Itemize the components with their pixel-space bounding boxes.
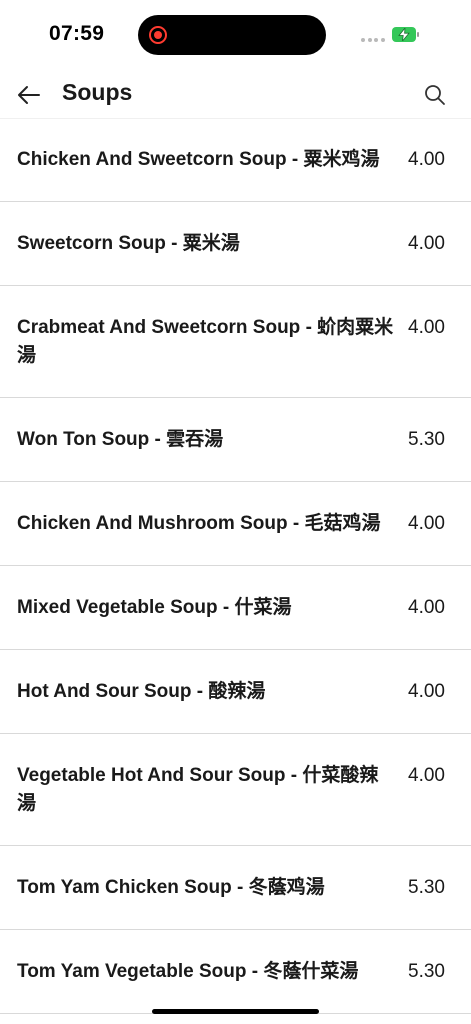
menu-item[interactable]: Tom Yam Vegetable Soup - 冬蔭什菜湯 5.30 xyxy=(0,930,471,1014)
item-name: Chicken And Sweetcorn Soup - 粟米鸡湯 xyxy=(17,149,380,170)
item-name: Mixed Vegetable Soup - 什菜湯 xyxy=(17,597,292,618)
menu-item[interactable]: Chicken And Mushroom Soup - 毛菇鸡湯 4.00 xyxy=(0,482,471,566)
item-price: 4.00 xyxy=(408,233,445,254)
item-price: 4.00 xyxy=(408,765,445,786)
status-time: 07:59 xyxy=(49,22,105,45)
menu-item[interactable]: Mixed Vegetable Soup - 什菜湯 4.00 xyxy=(0,566,471,650)
menu-item[interactable]: Won Ton Soup - 雲吞湯 5.30 xyxy=(0,398,471,482)
page-title: Soups xyxy=(62,79,133,105)
item-price: 5.30 xyxy=(408,877,445,898)
item-name: Hot And Sour Soup - 酸辣湯 xyxy=(17,681,266,702)
menu-item[interactable]: Tom Yam Chicken Soup - 冬蔭鸡湯 5.30 xyxy=(0,846,471,930)
arrow-left-icon xyxy=(18,86,40,104)
item-price: 5.30 xyxy=(408,961,445,982)
menu-item[interactable]: Hot And Sour Soup - 酸辣湯 4.00 xyxy=(0,650,471,734)
menu-item[interactable]: Vegetable Hot And Sour Soup - 什菜酸辣湯 4.00 xyxy=(0,734,471,846)
item-name: Chicken And Mushroom Soup - 毛菇鸡湯 xyxy=(17,513,381,534)
item-name: Vegetable Hot And Sour Soup - 什菜酸辣湯 xyxy=(17,765,379,814)
item-name: Crabmeat And Sweetcorn Soup - 蚧肉粟米湯 xyxy=(17,317,394,366)
item-price: 4.00 xyxy=(408,681,445,702)
home-indicator[interactable] xyxy=(152,1009,319,1014)
battery-charging-icon xyxy=(392,27,420,42)
status-bar: 07:59 xyxy=(0,0,471,70)
item-name: Won Ton Soup - 雲吞湯 xyxy=(17,429,224,450)
back-button[interactable] xyxy=(12,78,46,112)
search-button[interactable] xyxy=(418,78,452,112)
menu-item[interactable]: Crabmeat And Sweetcorn Soup - 蚧肉粟米湯 4.00 xyxy=(0,286,471,398)
item-price: 5.30 xyxy=(408,429,445,450)
item-name: Sweetcorn Soup - 粟米湯 xyxy=(17,233,240,254)
cellular-signal-icon xyxy=(361,38,385,42)
item-price: 4.00 xyxy=(408,149,445,170)
app-header: Soups xyxy=(0,70,471,119)
item-name: Tom Yam Vegetable Soup - 冬蔭什菜湯 xyxy=(17,961,359,982)
dynamic-island xyxy=(138,15,326,55)
item-name: Tom Yam Chicken Soup - 冬蔭鸡湯 xyxy=(17,877,325,898)
menu-list: Chicken And Sweetcorn Soup - 粟米鸡湯 4.00 S… xyxy=(0,118,471,1014)
search-icon xyxy=(425,85,445,105)
item-price: 4.00 xyxy=(408,597,445,618)
item-price: 4.00 xyxy=(408,317,445,338)
item-price: 4.00 xyxy=(408,513,445,534)
screen: 07:59 Soups Chicken And Sweetcorn Soup -… xyxy=(0,0,471,1024)
screen-recording-icon xyxy=(149,26,167,44)
menu-item[interactable]: Sweetcorn Soup - 粟米湯 4.00 xyxy=(0,202,471,286)
menu-item[interactable]: Chicken And Sweetcorn Soup - 粟米鸡湯 4.00 xyxy=(0,118,471,202)
